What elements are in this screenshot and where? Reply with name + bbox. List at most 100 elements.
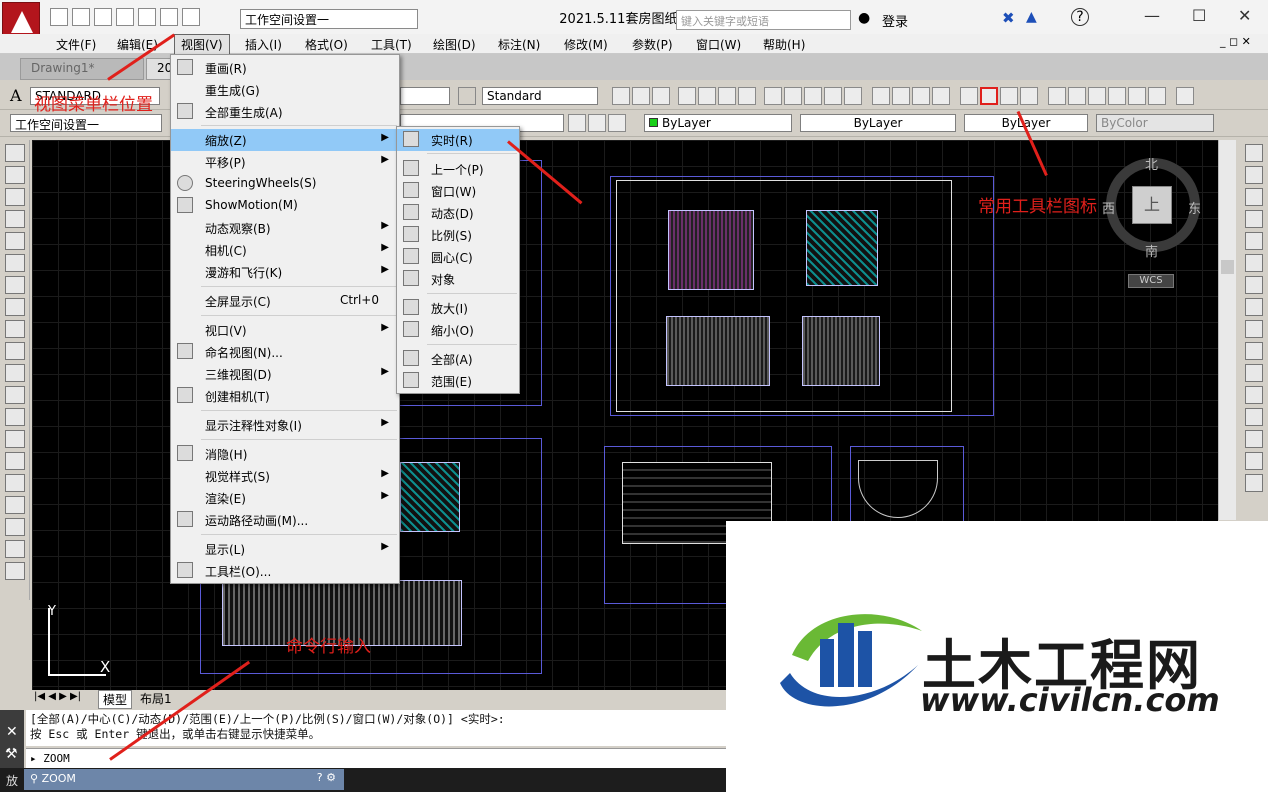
arc-icon[interactable] bbox=[4, 254, 25, 272]
scrollbar-thumb[interactable] bbox=[1221, 260, 1234, 274]
polyline-icon[interactable] bbox=[4, 188, 25, 206]
ellipse-icon[interactable] bbox=[4, 342, 25, 360]
move-icon[interactable] bbox=[1245, 254, 1263, 272]
trim-icon[interactable] bbox=[1245, 342, 1263, 360]
maximize-icon[interactable]: ☐ bbox=[1192, 6, 1206, 25]
zoom-dynamic-item[interactable]: 动态(D) bbox=[397, 202, 519, 224]
workspace-combo[interactable]: 工作空间设置一 bbox=[10, 114, 162, 132]
paste-icon[interactable] bbox=[804, 87, 822, 105]
autodesk-app-icon[interactable]: ▲ bbox=[1026, 9, 1037, 25]
compass-east[interactable]: 东 bbox=[1188, 198, 1201, 217]
zoom-realtime-item[interactable]: 实时(R) bbox=[397, 129, 519, 151]
zoom-center-item[interactable]: 圆心(C) bbox=[397, 246, 519, 268]
menu-draw[interactable]: 绘图(D) bbox=[433, 36, 476, 53]
join-icon[interactable] bbox=[1245, 408, 1263, 426]
menu-item-showmotion[interactable]: ShowMotion(M) bbox=[171, 195, 399, 217]
hatch-icon[interactable] bbox=[4, 452, 25, 470]
copy-object-icon[interactable] bbox=[1245, 166, 1263, 184]
menu-item-viewports[interactable]: 视口(V) ▶ bbox=[171, 319, 399, 341]
table-style-combo[interactable] bbox=[400, 87, 450, 105]
menu-item-zoom[interactable]: 缩放(Z) ▶ bbox=[171, 129, 399, 151]
zoom-previous-item[interactable]: 上一个(P) bbox=[397, 158, 519, 180]
menu-item-motion-path[interactable]: 运动路径动画(M)... bbox=[171, 509, 399, 531]
redo-list-icon[interactable] bbox=[932, 87, 950, 105]
chamfer-icon[interactable] bbox=[1245, 430, 1263, 448]
make-block-icon[interactable] bbox=[4, 408, 25, 426]
dim-style-icon[interactable] bbox=[458, 87, 476, 105]
menu-item-3d-views[interactable]: 三维视图(D) ▶ bbox=[171, 363, 399, 385]
color-combo[interactable]: ByLayer bbox=[644, 114, 792, 132]
zoom-in-item[interactable]: 放大(I) bbox=[397, 297, 519, 319]
plot-icon[interactable] bbox=[678, 87, 696, 105]
compass-west[interactable]: 西 bbox=[1102, 198, 1115, 217]
text-style-icon[interactable]: A bbox=[10, 86, 22, 105]
zoom-window-item[interactable]: 窗口(W) bbox=[397, 180, 519, 202]
region-icon[interactable] bbox=[4, 496, 25, 514]
insert-block-icon[interactable] bbox=[4, 386, 25, 404]
cut-icon[interactable] bbox=[764, 87, 782, 105]
spline-icon[interactable] bbox=[4, 320, 25, 338]
calculator-icon[interactable] bbox=[1148, 87, 1166, 105]
command-input[interactable]: ▸ ZOOM bbox=[26, 748, 726, 768]
menu-window[interactable]: 窗口(W) bbox=[696, 36, 741, 53]
menu-item-hide[interactable]: 消隐(H) bbox=[171, 443, 399, 465]
sheet-set-icon[interactable] bbox=[1108, 87, 1126, 105]
user-icon[interactable]: ● bbox=[858, 10, 870, 26]
menu-dimension[interactable]: 标注(N) bbox=[498, 36, 540, 53]
menu-item-named-views[interactable]: 命名视图(N)... bbox=[171, 341, 399, 363]
menu-parameter[interactable]: 参数(P) bbox=[632, 36, 673, 53]
zoom-all-item[interactable]: 全部(A) bbox=[397, 348, 519, 370]
rectangle-icon[interactable] bbox=[4, 232, 25, 250]
add-selected-icon[interactable] bbox=[4, 562, 25, 580]
point-icon[interactable] bbox=[4, 430, 25, 448]
help-icon[interactable]: ? bbox=[1071, 8, 1089, 26]
status-help-icon[interactable]: ? ⚙ bbox=[317, 771, 336, 784]
pan-icon[interactable] bbox=[960, 87, 978, 105]
scale-icon[interactable] bbox=[1245, 298, 1263, 316]
ellipse-arc-icon[interactable] bbox=[4, 364, 25, 382]
menu-item-create-camera[interactable]: 创建相机(T) bbox=[171, 385, 399, 407]
construction-line-icon[interactable] bbox=[4, 166, 25, 184]
stretch-icon[interactable] bbox=[1245, 320, 1263, 338]
circle-icon[interactable] bbox=[4, 276, 25, 294]
open-icon[interactable] bbox=[632, 87, 650, 105]
compass-north[interactable]: 北 bbox=[1145, 154, 1158, 173]
menu-format[interactable]: 格式(O) bbox=[305, 36, 348, 53]
revcloud-icon[interactable] bbox=[4, 298, 25, 316]
tab-model[interactable]: 模型 bbox=[98, 690, 133, 709]
block-editor-icon[interactable] bbox=[844, 87, 862, 105]
match-icon[interactable] bbox=[824, 87, 842, 105]
menu-file[interactable]: 文件(F) bbox=[56, 36, 96, 53]
rotate-icon[interactable] bbox=[1245, 276, 1263, 294]
zoom-extents-item[interactable]: 范围(E) bbox=[397, 370, 519, 392]
menu-item-pan[interactable]: 平移(P) ▶ bbox=[171, 151, 399, 173]
viewcube-top[interactable]: 上 bbox=[1132, 186, 1172, 224]
menu-item-orbit[interactable]: 动态观察(B) ▶ bbox=[171, 217, 399, 239]
3d-print-icon[interactable] bbox=[738, 87, 756, 105]
menu-item-render[interactable]: 渲染(E) ▶ bbox=[171, 487, 399, 509]
tool-palettes-icon[interactable] bbox=[1088, 87, 1106, 105]
zoom-window-icon[interactable] bbox=[1000, 87, 1018, 105]
menu-insert[interactable]: 插入(I) bbox=[245, 36, 282, 53]
zoom-realtime-icon[interactable] bbox=[980, 87, 998, 105]
extend-icon[interactable] bbox=[1245, 364, 1263, 382]
preview-icon[interactable] bbox=[698, 87, 716, 105]
mdi-controls-icon[interactable]: _ ◻ ✕ bbox=[1220, 35, 1251, 48]
undo-icon[interactable] bbox=[872, 87, 890, 105]
close-icon[interactable]: ✕ bbox=[1238, 6, 1251, 25]
line-icon[interactable] bbox=[4, 144, 25, 162]
erase-icon[interactable] bbox=[1245, 144, 1263, 162]
mirror-icon[interactable] bbox=[1245, 188, 1263, 206]
login-button[interactable]: 登录 bbox=[882, 11, 908, 30]
layer-state-icon[interactable] bbox=[568, 114, 586, 132]
redo-icon[interactable] bbox=[912, 87, 930, 105]
save-icon[interactable] bbox=[652, 87, 670, 105]
offset-icon[interactable] bbox=[1245, 210, 1263, 228]
menu-view[interactable]: 视图(V) bbox=[174, 34, 230, 55]
vertical-scrollbar[interactable] bbox=[1218, 140, 1236, 520]
menu-item-camera[interactable]: 相机(C) ▶ bbox=[171, 239, 399, 261]
break-icon[interactable] bbox=[1245, 386, 1263, 404]
exchange-icon[interactable]: ✖ bbox=[1002, 9, 1015, 27]
design-center-icon[interactable] bbox=[1068, 87, 1086, 105]
compass-south[interactable]: 南 bbox=[1145, 241, 1158, 260]
